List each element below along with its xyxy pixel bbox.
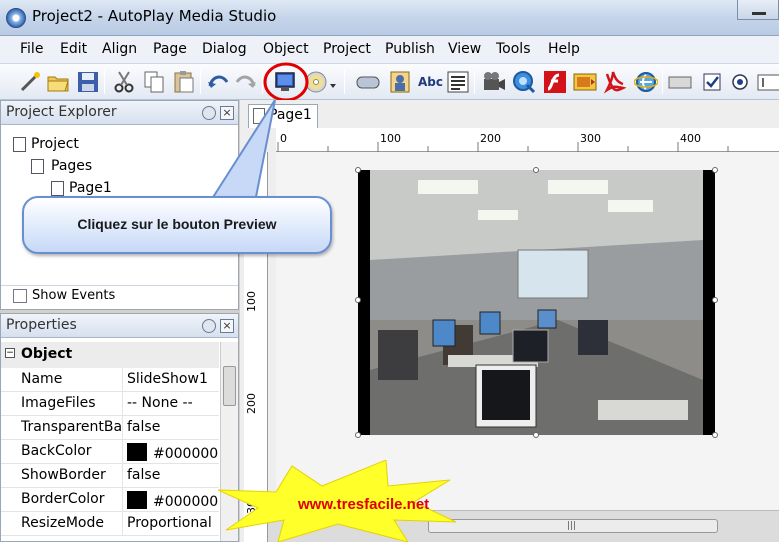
menu-file[interactable]: File	[20, 41, 43, 57]
scrollbar-thumb[interactable]: |||	[428, 519, 718, 533]
resize-handle[interactable]	[533, 432, 539, 438]
prop-name: Name	[21, 371, 63, 387]
quicktime-icon[interactable]	[512, 70, 536, 94]
color-swatch	[127, 491, 147, 509]
prop-value[interactable]: #000000	[153, 494, 218, 510]
prop-name: ResizeMode	[21, 515, 105, 531]
prop-row-resizemode[interactable]: ResizeMode Proportional	[1, 512, 219, 536]
flash-icon[interactable]	[543, 70, 567, 94]
prop-row-showborder[interactable]: ShowBorder false	[1, 464, 219, 488]
menu-align[interactable]: Align	[102, 41, 137, 57]
properties-section[interactable]: − Object	[1, 342, 219, 368]
color-swatch	[127, 443, 147, 461]
resize-handle[interactable]	[712, 167, 718, 173]
label-object-icon[interactable]	[756, 70, 779, 94]
scrollbar-thumb[interactable]	[223, 366, 236, 406]
slideshow-photo	[358, 170, 715, 435]
slideshow-object[interactable]	[358, 170, 715, 435]
prop-row-transparent[interactable]: TransparentBackground false	[1, 416, 219, 440]
menu-object[interactable]: Object	[263, 41, 309, 57]
prop-row-name[interactable]: Name SlideShow1	[1, 368, 219, 392]
menu-dialog[interactable]: Dialog	[202, 41, 247, 57]
paragraph-object-icon[interactable]	[446, 70, 470, 94]
pin-icon[interactable]	[202, 319, 216, 333]
prop-row-imagefiles[interactable]: ImageFiles -- None --	[1, 392, 219, 416]
collapse-icon[interactable]: −	[5, 348, 15, 358]
resize-handle[interactable]	[355, 297, 361, 303]
menu-page[interactable]: Page	[153, 41, 187, 57]
build-dropdown-arrow-icon[interactable]	[330, 84, 336, 88]
horizontal-ruler: 0 100 200 300 400	[276, 128, 779, 152]
menu-edit[interactable]: Edit	[60, 41, 87, 57]
menu-project[interactable]: Project	[323, 41, 371, 57]
text-object-button[interactable]: Abc	[418, 75, 443, 89]
properties-header: Properties ×	[1, 314, 238, 338]
resize-handle[interactable]	[712, 432, 718, 438]
ruler-label: 400	[680, 132, 701, 145]
instruction-callout: Cliquez sur le bouton Preview	[22, 196, 332, 254]
prop-value[interactable]: #000000	[153, 446, 218, 462]
prop-name: TransparentBackground	[21, 419, 121, 435]
prop-name: ShowBorder	[21, 467, 106, 483]
ruler-label: 100	[380, 132, 401, 145]
resize-handle[interactable]	[355, 432, 361, 438]
image-object-icon[interactable]	[388, 70, 412, 94]
menu-bar: File Edit Align Page Dialog Object Proje…	[0, 36, 779, 64]
checkbox-object-icon[interactable]	[700, 70, 724, 94]
minimize-button[interactable]	[737, 0, 779, 20]
prop-value[interactable]: false	[127, 419, 219, 435]
title-bar: Project2 - AutoPlay Media Studio	[0, 0, 779, 36]
properties-title: Properties	[6, 317, 77, 333]
menu-publish[interactable]: Publish	[385, 41, 435, 57]
prop-value[interactable]: SlideShow1	[127, 371, 219, 387]
web-browser-icon[interactable]	[634, 70, 658, 94]
menu-view[interactable]: View	[448, 41, 481, 57]
pdf-object-icon[interactable]	[603, 70, 627, 94]
watermark-text: www.tresfacile.net	[298, 496, 430, 513]
ruler-label: 200	[480, 132, 501, 145]
prop-value[interactable]: Proportional	[127, 515, 219, 531]
prop-name: BackColor	[21, 443, 92, 459]
prop-name: BorderColor	[21, 491, 105, 507]
resize-handle[interactable]	[355, 167, 361, 173]
close-icon[interactable]: ×	[220, 319, 234, 333]
button-object-icon[interactable]	[356, 70, 380, 94]
prop-name: ImageFiles	[21, 395, 96, 411]
prop-row-backcolor[interactable]: BackColor #000000	[1, 440, 219, 464]
menu-help[interactable]: Help	[548, 41, 580, 57]
radio-button-object-icon[interactable]	[728, 70, 752, 94]
properties-pane: Properties × − Object Name SlideShow1 Ima…	[0, 313, 239, 542]
slideshow-object-icon[interactable]	[573, 70, 597, 94]
prop-value[interactable]: -- None --	[127, 395, 219, 411]
prop-value[interactable]: false	[127, 467, 219, 483]
video-camera-icon[interactable]	[482, 70, 506, 94]
callout-text: Cliquez sur le bouton Preview	[77, 216, 277, 232]
section-object-label: Object	[21, 346, 73, 362]
window-title: Project2 - AutoPlay Media Studio	[32, 7, 277, 25]
resize-handle[interactable]	[533, 167, 539, 173]
ruler-label: 300	[580, 132, 601, 145]
ruler-label: 200	[245, 393, 258, 414]
prop-row-bordercolor[interactable]: BorderColor #000000	[1, 488, 219, 512]
app-icon	[6, 8, 26, 28]
menu-tools[interactable]: Tools	[496, 41, 531, 57]
input-object-icon[interactable]	[668, 70, 692, 94]
resize-handle[interactable]	[712, 297, 718, 303]
